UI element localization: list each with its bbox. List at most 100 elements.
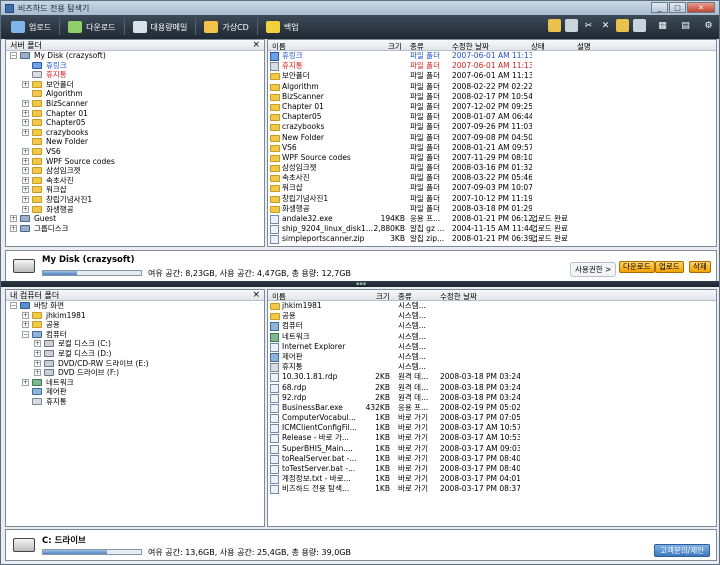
virtual-cd-button[interactable]: 가상CD [198, 17, 254, 37]
local-tree-close-icon[interactable]: × [252, 290, 260, 301]
status-download-button[interactable]: 다운로드 [619, 261, 655, 273]
pane-splitter[interactable]: ▪▪▪ [1, 281, 719, 287]
close-button[interactable]: ✕ [687, 2, 715, 13]
expand-icon[interactable]: + [34, 369, 41, 377]
file-row[interactable]: New Folder 파일 폴더 2007-09-08 PM 04:50 [268, 133, 716, 143]
file-row[interactable]: simpleportscanner.zip 3KB 알집 zip... 2008-01… [268, 234, 716, 245]
file-row[interactable]: SuperBHIS_Main.... 1KB 바로 가기 2008-03-17 AM … [268, 444, 716, 454]
tree-item[interactable]: + 화생행공 [6, 205, 264, 215]
status-upload-button[interactable]: 업로드 [655, 261, 684, 273]
cut-icon[interactable]: ✂ [582, 19, 595, 32]
expand-icon[interactable]: + [22, 119, 29, 127]
file-row[interactable]: andale32.exe 194KB 응용 프... 2008-01-21 PM 06… [268, 214, 716, 224]
collapse-icon[interactable]: − [22, 330, 29, 338]
tree-item[interactable]: − 바탕 화면 [6, 301, 264, 311]
upload-button[interactable]: 업로드 [5, 17, 57, 37]
tree-item[interactable]: Algorithm [6, 89, 264, 99]
tree-item[interactable]: + DVD 드라이브 (F:) [6, 368, 264, 378]
expand-icon[interactable]: + [10, 224, 17, 232]
file-row[interactable]: 휴지통 시스템... [268, 362, 716, 373]
minimize-button[interactable]: _ [651, 2, 668, 13]
status-delete-button[interactable]: 삭제 [689, 261, 711, 273]
tree-item[interactable]: 휴지통 [6, 70, 264, 80]
tree-item[interactable]: − 컴퓨터 [6, 330, 264, 340]
feedback-button[interactable]: 고객문의/제안 [654, 544, 710, 557]
file-row[interactable]: Chapter 01 파일 폴더 2007-12-02 PM 09:25 [268, 102, 716, 112]
file-row[interactable]: ship_9204_linux_disk1... 2,880KB 알집 gz ...… [268, 224, 716, 235]
file-row[interactable]: BusinessBar.exe 432KB 응용 프... 2008-02-19 PM… [268, 403, 716, 413]
file-row[interactable]: 휴지통 파일 폴더 2007-06-01 AM 11:13 [268, 61, 716, 72]
expand-icon[interactable]: + [22, 311, 29, 319]
file-row[interactable]: Release - 바로 가... 1KB 바로 가기 2008-03-17 AM 1… [268, 433, 716, 444]
tree-item[interactable]: + jhkim1981 [6, 311, 264, 321]
new-folder-icon[interactable] [548, 19, 561, 32]
tree-item[interactable]: + Guest [6, 214, 264, 224]
file-row[interactable]: 속초사진 파일 폴더 2008-03-22 PM 05:46 [268, 173, 716, 183]
expand-icon[interactable]: + [34, 349, 41, 357]
expand-icon[interactable]: + [22, 195, 29, 203]
expand-icon[interactable]: + [22, 80, 29, 88]
file-row[interactable]: 공용 시스템... [268, 311, 716, 321]
collapse-icon[interactable]: − [10, 302, 17, 309]
tree-item[interactable]: + 워크샵 [6, 185, 264, 195]
download-button[interactable]: 다운로드 [62, 17, 121, 37]
paste-icon[interactable] [616, 19, 629, 32]
tree-item[interactable]: + 공용 [6, 320, 264, 330]
file-row[interactable]: 68.rdp 2KB 원격 데... 2008-03-18 PM 03:24 [268, 383, 716, 393]
tree-item[interactable]: + 삼성임크젯 [6, 166, 264, 176]
view-icon[interactable]: ▦ [656, 19, 669, 32]
tree-item[interactable]: + 로컬 디스크 (D:) [6, 349, 264, 359]
tree-item[interactable]: + Chapter 01 [6, 109, 264, 119]
expand-icon[interactable]: + [22, 186, 29, 194]
tree-item[interactable]: + VS6 [6, 147, 264, 157]
tree-item[interactable]: New Folder [6, 137, 264, 147]
server-tree-close-icon[interactable]: × [252, 40, 260, 51]
tree-item[interactable]: + 그룹디스크 [6, 224, 264, 234]
expand-icon[interactable]: + [22, 147, 29, 155]
file-row[interactable]: crazybooks 파일 폴더 2007-09-26 PM 11:03 [268, 122, 716, 132]
expand-icon[interactable]: + [22, 157, 29, 165]
expand-icon[interactable]: + [22, 176, 29, 184]
file-row[interactable]: WPF Source codes 파일 폴더 2007-11-29 PM 08:10 [268, 153, 716, 163]
file-row[interactable]: 제어판 시스템... [268, 352, 716, 362]
file-row[interactable]: 화생행공 파일 폴더 2008-03-18 PM 01:29 [268, 204, 716, 214]
tree-item[interactable]: + 창립기념사진1 [6, 195, 264, 205]
tree-item[interactable]: + 로컬 디스크 (C:) [6, 339, 264, 349]
tree-item[interactable]: + 네트워크 [6, 378, 264, 388]
tree-item[interactable]: + DVD/CD-RW 드라이브 (E:) [6, 359, 264, 369]
expand-icon[interactable]: + [34, 340, 41, 348]
file-row[interactable]: Chapter05 파일 폴더 2008-01-07 AM 06:44 [268, 112, 716, 122]
file-row[interactable]: 네트워크 시스템... [268, 332, 716, 342]
file-row[interactable]: 창립기념사진1 파일 폴더 2007-10-12 PM 11:19 [268, 194, 716, 204]
file-row[interactable]: ICMClientConfigFil... 1KB 바로 가기 2008-03-17 … [268, 423, 716, 434]
file-row[interactable]: Algorithm 파일 폴더 2008-02-22 PM 02:22 [268, 82, 716, 92]
file-row[interactable]: 비즈하드 전용 탐색... 1KB 바로 가기 2008-03-17 PM 08:37 [268, 484, 716, 495]
file-row[interactable]: 컴퓨터 시스템... [268, 321, 716, 332]
backup-button[interactable]: 백업 [260, 17, 305, 37]
file-row[interactable]: toRealServer.bat -... 1KB 바로 가기 2008-03-17 … [268, 454, 716, 464]
file-row[interactable]: 워크샵 파일 폴더 2007-09-03 PM 10:07 [268, 183, 716, 193]
file-row[interactable]: toTestServer.bat -... 1KB 바로 가기 2008-03-17 … [268, 464, 716, 474]
tree-item[interactable]: 제어판 [6, 387, 264, 397]
tree-item[interactable]: − My Disk (crazysoft) [6, 51, 264, 61]
tree-item[interactable]: + 속초사진 [6, 176, 264, 186]
file-row[interactable]: VS6 파일 폴더 2008-01-21 AM 09:57 [268, 143, 716, 153]
expand-icon[interactable]: + [22, 378, 29, 386]
file-row[interactable]: BizScanner 파일 폴더 2008-02-17 PM 10:54 [268, 92, 716, 102]
expand-icon[interactable]: + [22, 99, 29, 107]
file-row[interactable]: 보안폴더 파일 폴더 2007-06-01 AM 11:13 [268, 71, 716, 81]
properties-icon[interactable] [633, 19, 646, 32]
settings-icon[interactable]: ⚙ [702, 19, 715, 32]
expand-icon[interactable]: + [22, 321, 29, 329]
tree-item[interactable]: 휴링크 [6, 61, 264, 71]
collapse-icon[interactable]: − [10, 52, 17, 59]
expand-icon[interactable]: + [22, 109, 29, 117]
tree-item[interactable]: + WPF Source codes [6, 157, 264, 167]
maximize-button[interactable]: □ [669, 2, 686, 13]
copy-icon[interactable] [565, 19, 578, 32]
tree-item[interactable]: + Chapter05 [6, 118, 264, 128]
file-row[interactable]: 삼성임크젯 파일 폴더 2008-03-16 PM 01:32 [268, 163, 716, 173]
expand-icon[interactable]: + [22, 205, 29, 213]
tree-item[interactable]: + BizScanner [6, 99, 264, 109]
delete-icon[interactable]: ✕ [599, 19, 612, 32]
